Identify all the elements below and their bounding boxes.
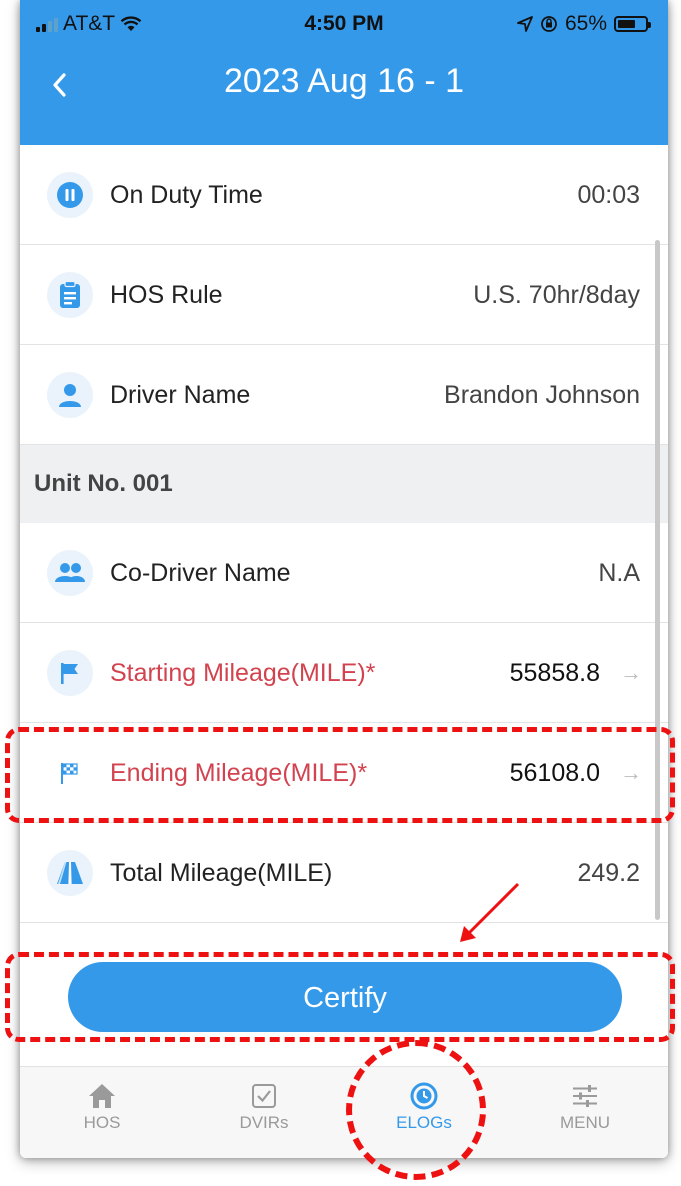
pause-circle-icon [47, 172, 93, 218]
hos-rule-row: HOS Rule U.S. 70hr/8day [20, 245, 668, 345]
home-icon [42, 1079, 162, 1113]
elogs-tab-highlight [346, 1040, 486, 1180]
tab-dvirs[interactable]: DVIRs [204, 1079, 324, 1133]
tab-hos[interactable]: HOS [42, 1079, 162, 1133]
location-arrow-icon [517, 16, 533, 32]
battery-icon [614, 16, 651, 32]
hos-rule-label: HOS Rule [110, 281, 223, 309]
total-mileage-value: 249.2 [577, 859, 640, 887]
certify-highlight [5, 952, 675, 1042]
on-duty-time-label: On Duty Time [110, 181, 263, 209]
road-icon [47, 850, 93, 896]
pointer-arrow-icon [460, 882, 520, 942]
app-header: AT&T 4:50 PM 65% 2023 Aug 16 - 1 [20, 0, 668, 145]
on-duty-time-row: On Duty Time 00:03 [20, 145, 668, 245]
hos-rule-value: U.S. 70hr/8day [473, 281, 640, 309]
starting-mileage-row[interactable]: Starting Mileage(MILE)* 55858.8 → [20, 623, 668, 723]
unit-section-header: Unit No. 001 [20, 445, 668, 523]
person-icon [47, 372, 93, 418]
co-driver-row: Co-Driver Name N.A [20, 523, 668, 623]
tab-dvirs-label: DVIRs [239, 1113, 289, 1132]
flag-icon [47, 650, 93, 696]
ending-mileage-highlight [5, 727, 675, 823]
bottom-tab-bar: HOS DVIRs ELOGs MENU [20, 1066, 668, 1158]
tab-menu-label: MENU [559, 1113, 611, 1132]
checkbox-icon [204, 1079, 324, 1113]
starting-mileage-value: 55858.8 [509, 659, 600, 687]
tab-hos-label: HOS [83, 1113, 121, 1132]
arrow-right-icon: → [620, 660, 642, 685]
co-driver-label: Co-Driver Name [110, 559, 291, 587]
total-mileage-label: Total Mileage(MILE) [110, 859, 333, 887]
total-mileage-row: Total Mileage(MILE) 249.2 [20, 823, 668, 923]
driver-name-label: Driver Name [110, 381, 251, 409]
rotation-lock-icon [541, 16, 557, 32]
co-driver-value: N.A [598, 559, 640, 587]
sliders-icon [525, 1079, 645, 1113]
people-icon [47, 550, 93, 596]
clipboard-icon [47, 272, 93, 318]
tab-menu[interactable]: MENU [525, 1079, 645, 1133]
starting-mileage-label: Starting Mileage(MILE)* [110, 659, 376, 687]
status-right: 65% [517, 12, 651, 36]
page-title: 2023 Aug 16 - 1 [223, 62, 465, 100]
driver-name-value: Brandon Johnson [444, 381, 640, 409]
battery-percent: 65% [564, 12, 607, 35]
driver-name-row: Driver Name Brandon Johnson [20, 345, 668, 445]
on-duty-time-value: 00:03 [577, 181, 640, 209]
status-bar: AT&T 4:50 PM 65% [20, 0, 668, 50]
